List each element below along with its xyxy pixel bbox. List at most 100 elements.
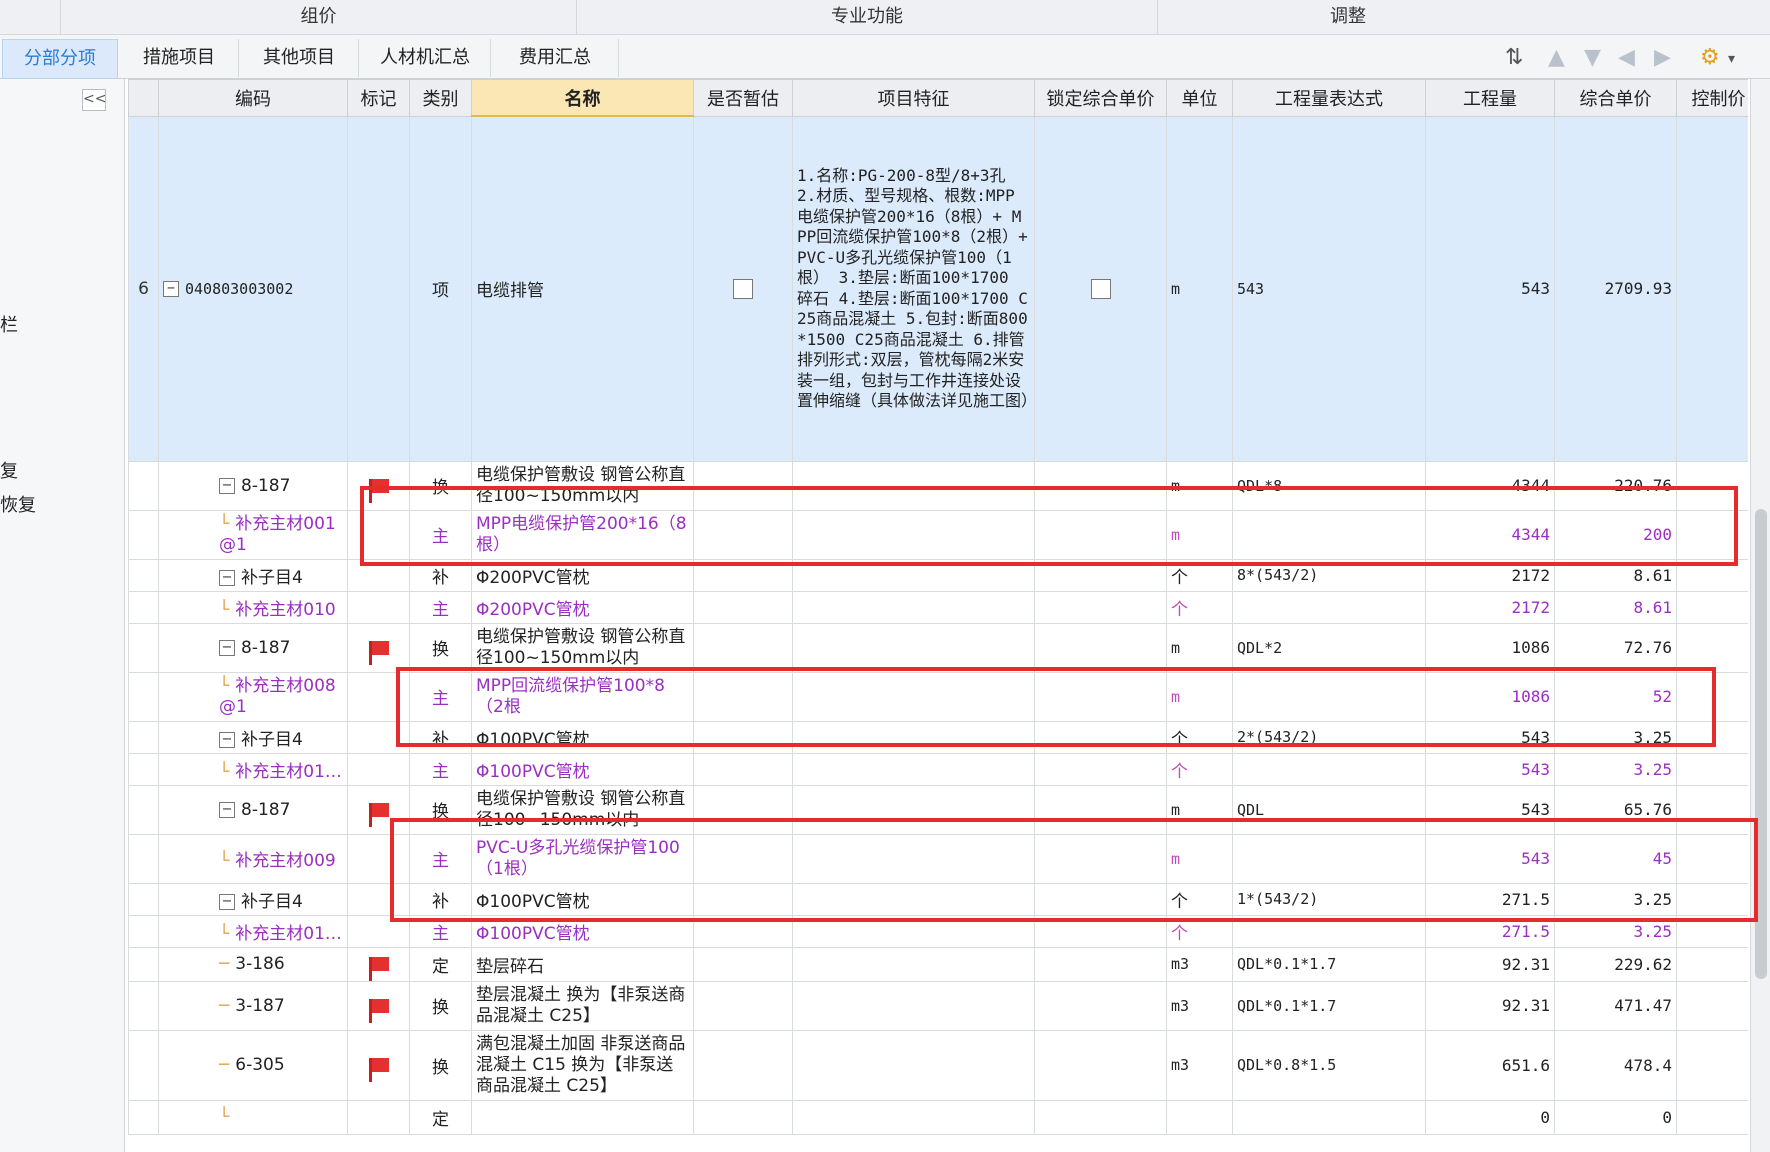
table-row[interactable]: ─ 3-186 定 垫层碎石 m3 QDL*0.1*1.7 92.31 229.6… xyxy=(128,946,1748,982)
header-name[interactable]: 名称 xyxy=(471,79,694,117)
chevron-down-icon[interactable]: ▾ xyxy=(1728,51,1735,67)
name-cell[interactable]: 垫层混凝土 换为【非泵送商品混凝土 C25】 xyxy=(471,980,694,1031)
code-cell[interactable]: ─ 6-305 xyxy=(158,1029,348,1101)
expression-cell[interactable]: 1*(543/2) xyxy=(1232,882,1426,916)
header-category[interactable]: 类别 xyxy=(409,79,472,117)
expression-cell[interactable]: QDL*8 xyxy=(1232,460,1426,511)
collapse-toggle-icon[interactable]: − xyxy=(219,639,235,656)
tab-other[interactable]: 其他项目 xyxy=(240,39,359,77)
table-row[interactable]: ─ 3-187 换 垫层混凝土 换为【非泵送商品混凝土 C25】 m3 QDL*0… xyxy=(128,980,1748,1031)
table-row[interactable]: ─ 6-305 换 满包混凝土加固 非泵送商品混凝土 C15 换为【非泵送商品混凝… xyxy=(128,1029,1748,1101)
code-cell[interactable]: −040803003002 xyxy=(158,115,348,462)
code-cell[interactable]: ─ 3-187 xyxy=(158,980,348,1031)
code-cell[interactable]: − 补子目4 xyxy=(158,558,348,592)
table-row[interactable]: − 补子目4 补 Φ100PVC管枕 个 1*(543/2) 271.5 3.25 xyxy=(128,882,1748,916)
collapse-toggle-icon[interactable]: − xyxy=(219,801,235,818)
expression-cell[interactable]: QDL*2 xyxy=(1232,622,1426,673)
collapse-toggle-icon[interactable]: − xyxy=(219,477,235,494)
name-cell[interactable]: 电缆排管 xyxy=(471,115,694,462)
table-row[interactable]: └ 补充主材008@1 主 MPP回流缆保护管100*8（2根 m 1086 52 xyxy=(128,671,1748,722)
name-cell[interactable]: PVC-U多孔光缆保护管100（1根） xyxy=(471,833,694,884)
arrow-right-icon[interactable]: ▶ xyxy=(1654,45,1671,70)
expression-cell[interactable] xyxy=(1232,671,1426,722)
table-row[interactable]: └ 补充主材001@1 主 MPP电缆保护管200*16（8根） m 4344 2… xyxy=(128,509,1748,560)
header-mark[interactable]: 标记 xyxy=(347,79,410,117)
table-row[interactable]: −8-187 换 电缆保护管敷设 钢管公称直径100~150mm以内 m QDL… xyxy=(128,622,1748,673)
table-row[interactable]: └ 定 0 0 xyxy=(128,1099,1748,1135)
feature-cell[interactable]: 1.名称:PG-200-8型/8+3孔 2.材质、型号规格、根数:MPP电缆保护… xyxy=(792,115,1035,462)
expression-cell[interactable] xyxy=(1232,914,1426,948)
expression-cell[interactable] xyxy=(1232,833,1426,884)
name-cell[interactable]: 满包混凝土加固 非泵送商品混凝土 C15 换为【非泵送商品混凝土 C25】 xyxy=(471,1029,694,1101)
name-cell[interactable]: MPP电缆保护管200*16（8根） xyxy=(471,509,694,560)
code-cell[interactable]: └ 补充主材009 xyxy=(158,833,348,884)
name-cell[interactable] xyxy=(471,1099,694,1135)
code-cell[interactable]: └ 补充主材008@1 xyxy=(158,671,348,722)
expression-cell[interactable]: QDL*0.1*1.7 xyxy=(1232,980,1426,1031)
collapse-toggle-icon[interactable]: − xyxy=(219,893,235,910)
header-quantity[interactable]: 工程量 xyxy=(1425,79,1555,117)
collapse-toggle-icon[interactable]: − xyxy=(219,569,235,586)
code-cell[interactable]: └ 补充主材01… xyxy=(158,752,348,786)
collapse-panel-button[interactable]: << xyxy=(82,89,106,111)
name-cell[interactable]: MPP回流缆保护管100*8（2根 xyxy=(471,671,694,722)
sort-icon[interactable]: ⇅ xyxy=(1505,45,1523,70)
vertical-scrollbar[interactable] xyxy=(1750,79,1770,1152)
expression-cell[interactable]: 8*(543/2) xyxy=(1232,558,1426,592)
expression-cell[interactable] xyxy=(1232,752,1426,786)
table-row[interactable]: − 补子目4 补 Φ100PVC管枕 个 2*(543/2) 543 3.25 xyxy=(128,720,1748,754)
expression-cell[interactable]: QDL xyxy=(1232,784,1426,835)
table-row[interactable]: −8-187 换 电缆保护管敷设 钢管公称直径100~150mm以内 m QDL… xyxy=(128,784,1748,835)
tab-measures[interactable]: 措施项目 xyxy=(120,39,239,77)
arrow-down-icon[interactable]: ▼ xyxy=(1584,45,1601,70)
name-cell[interactable]: Φ100PVC管枕 xyxy=(471,914,694,948)
header-unit[interactable]: 单位 xyxy=(1166,79,1233,117)
name-cell[interactable]: Φ100PVC管枕 xyxy=(471,720,694,754)
table-row[interactable]: − 补子目4 补 Φ200PVC管枕 个 8*(543/2) 2172 8.61 xyxy=(128,558,1748,592)
arrow-up-icon[interactable]: ▲ xyxy=(1548,45,1565,70)
code-cell[interactable]: −8-187 xyxy=(158,460,348,511)
collapse-toggle-icon[interactable]: − xyxy=(219,731,235,748)
name-cell[interactable]: 电缆保护管敷设 钢管公称直径100~150mm以内 xyxy=(471,460,694,511)
scrollbar-thumb[interactable] xyxy=(1755,509,1767,979)
name-cell[interactable]: Φ200PVC管枕 xyxy=(471,558,694,592)
expression-cell[interactable]: QDL*0.8*1.5 xyxy=(1232,1029,1426,1101)
name-cell[interactable]: 电缆保护管敷设 钢管公称直径100~150mm以内 xyxy=(471,622,694,673)
expression-cell[interactable]: 543 xyxy=(1232,115,1426,462)
name-cell[interactable]: Φ200PVC管枕 xyxy=(471,590,694,624)
name-cell[interactable]: Φ100PVC管枕 xyxy=(471,882,694,916)
expression-cell[interactable] xyxy=(1232,1099,1426,1135)
table-row[interactable]: −8-187 换 电缆保护管敷设 钢管公称直径100~150mm以内 m QDL… xyxy=(128,460,1748,511)
name-cell[interactable]: 垫层碎石 xyxy=(471,946,694,982)
code-cell[interactable]: ─ 3-186 xyxy=(158,946,348,982)
code-cell[interactable]: └ 补充主材001@1 xyxy=(158,509,348,560)
left-panel-text[interactable]: 恢复 xyxy=(0,491,36,517)
expression-cell[interactable]: 2*(543/2) xyxy=(1232,720,1426,754)
name-cell[interactable]: 电缆保护管敷设 钢管公称直径100~150mm以内 xyxy=(471,784,694,835)
header-provisional[interactable]: 是否暂估 xyxy=(693,79,793,117)
header-expression[interactable]: 工程量表达式 xyxy=(1232,79,1426,117)
header-code[interactable]: 编码 xyxy=(158,79,348,117)
header-feature[interactable]: 项目特征 xyxy=(792,79,1035,117)
name-cell[interactable]: Φ100PVC管枕 xyxy=(471,752,694,786)
code-cell[interactable]: −8-187 xyxy=(158,622,348,673)
expression-cell[interactable]: QDL*0.1*1.7 xyxy=(1232,946,1426,982)
expression-cell[interactable] xyxy=(1232,590,1426,624)
lock-price-checkbox[interactable] xyxy=(1090,278,1111,299)
tab-labor-material[interactable]: 人材机汇总 xyxy=(360,39,491,77)
collapse-toggle-icon[interactable]: − xyxy=(163,281,179,297)
table-row[interactable]: └ 补充主材009 主 PVC-U多孔光缆保护管100（1根） m 543 45 xyxy=(128,833,1748,884)
code-cell[interactable]: − 补子目4 xyxy=(158,882,348,916)
code-cell[interactable]: └ xyxy=(158,1099,348,1135)
table-row[interactable]: └ 补充主材01… 主 Φ100PVC管枕 个 543 3.25 xyxy=(128,752,1748,786)
settings-gear-icon[interactable]: ⚙ xyxy=(1700,45,1720,70)
code-cell[interactable]: −8-187 xyxy=(158,784,348,835)
code-cell[interactable]: └ 补充主材010 xyxy=(158,590,348,624)
tab-fenbu[interactable]: 分部分项 xyxy=(2,39,118,79)
table-row[interactable]: └ 补充主材010 主 Φ200PVC管枕 个 2172 8.61 xyxy=(128,590,1748,624)
code-cell[interactable]: └ 补充主材01… xyxy=(158,914,348,948)
left-panel-text[interactable]: 复 xyxy=(0,457,18,483)
provisional-checkbox[interactable] xyxy=(733,278,753,299)
tab-fee-summary[interactable]: 费用汇总 xyxy=(492,39,619,77)
arrow-left-icon[interactable]: ◀ xyxy=(1618,45,1635,70)
